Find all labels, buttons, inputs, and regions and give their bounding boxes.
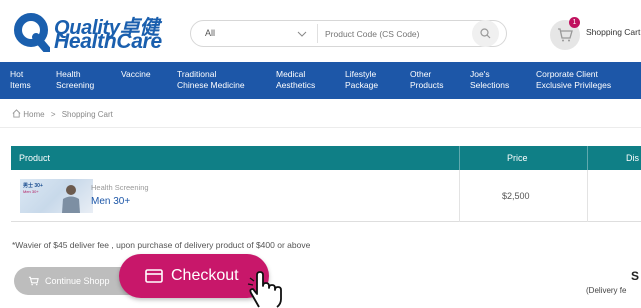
nav-item-line2: Chinese Medicine	[177, 80, 245, 90]
hand-pointer-icon	[247, 271, 282, 308]
nav-item-other-products[interactable]: Other Products	[410, 69, 444, 91]
nav-item-line1: Vaccine	[121, 69, 151, 79]
product-price: $2,500	[502, 191, 530, 201]
site-header: Quality卓健 HealthCare All 1 Shopping Cart	[0, 0, 641, 62]
cart-icon	[28, 276, 39, 286]
delivery-fee-note: *Wavier of $45 deliver fee , upon purcha…	[12, 240, 311, 250]
nav-item-line2: Screening	[56, 80, 95, 90]
breadcrumb: Home > Shopping Cart	[12, 109, 113, 119]
nav-item-traditional-chinese-medicine[interactable]: Traditional Chinese Medicine	[177, 69, 245, 91]
category-select-value: All	[205, 28, 216, 38]
cart-table-header: Product Price Dis	[11, 146, 641, 170]
cart-count-badge: 1	[569, 17, 580, 28]
thumbnail-text: 男士 30+	[23, 183, 43, 189]
nav-item-line2: Aesthetics	[276, 80, 316, 90]
logo-name-line2: HealthCare	[54, 30, 162, 53]
nav-item-line2: Exclusive Privileges	[536, 80, 612, 90]
nav-item-line1: Traditional	[177, 69, 217, 79]
home-icon	[12, 109, 21, 118]
nav-item-vaccine[interactable]: Vaccine	[121, 69, 151, 80]
row-divider	[587, 170, 588, 222]
nav-item-line1: Health	[56, 69, 81, 79]
header-divider	[459, 146, 460, 170]
table-row: 男士 30+ Men 30+ Health Screening Men 30+ …	[11, 170, 641, 222]
header-divider	[587, 146, 588, 170]
nav-item-line1: Lifestyle	[345, 69, 377, 79]
quality-healthcare-logo[interactable]: Quality卓健 HealthCare	[14, 10, 174, 54]
nav-item-joes-selections[interactable]: Joe's Selections	[470, 69, 509, 91]
nav-item-line2: Selections	[470, 80, 510, 90]
nav-item-corporate-client[interactable]: Corporate Client Exclusive Privileges	[536, 69, 611, 91]
search-bar: All	[190, 20, 507, 47]
logo-q-icon	[14, 13, 50, 52]
column-header-product: Product	[19, 153, 51, 163]
search-icon	[480, 28, 491, 39]
continue-shopping-label: Continue Shopp	[45, 276, 110, 286]
product-code-search-input[interactable]	[325, 24, 475, 43]
search-divider	[317, 24, 318, 43]
summary-delivery-fee-fragment: (Delivery fe	[586, 286, 627, 295]
nav-item-line1: Corporate Client	[536, 69, 598, 79]
breadcrumb-home-link[interactable]: Home	[23, 110, 44, 119]
column-header-price: Price	[507, 153, 528, 163]
nav-item-health-screening[interactable]: Health Screening	[56, 69, 94, 91]
category-select[interactable]: All	[191, 21, 317, 46]
search-button[interactable]	[472, 20, 499, 47]
nav-item-lifestyle-package[interactable]: Lifestyle Package	[345, 69, 378, 91]
column-header-discount: Dis	[626, 153, 639, 163]
credit-card-icon	[145, 269, 163, 283]
nav-item-line2: Products	[410, 80, 444, 90]
shopping-cart-link[interactable]: Shopping Cart	[586, 27, 640, 37]
row-divider	[459, 170, 460, 222]
thumbnail-text: Men 30+	[23, 189, 39, 194]
breadcrumb-divider	[0, 127, 641, 128]
nav-item-line1: Joe's	[470, 69, 490, 79]
nav-item-line1: Hot	[10, 69, 24, 79]
nav-item-hot-items[interactable]: Hot Items	[10, 69, 31, 91]
product-thumbnail[interactable]: 男士 30+ Men 30+	[20, 179, 93, 213]
breadcrumb-current: Shopping Cart	[61, 110, 113, 119]
nav-item-line2: Package	[345, 80, 379, 90]
nav-item-line1: Medical	[276, 69, 306, 79]
nav-item-line2: Items	[10, 80, 31, 90]
product-category: Health Screening	[91, 183, 149, 192]
product-name-link[interactable]: Men 30+	[91, 196, 130, 207]
nav-item-line1: Other	[410, 69, 432, 79]
summary-title-fragment: S	[631, 269, 640, 283]
nav-item-medical-aesthetics[interactable]: Medical Aesthetics	[276, 69, 315, 91]
person-photo-icon	[62, 185, 80, 213]
breadcrumb-separator: >	[50, 110, 56, 119]
cart-icon	[558, 28, 573, 42]
main-nav: Hot Items Health Screening Vaccine Tradi…	[0, 62, 641, 99]
chevron-down-icon	[297, 31, 307, 37]
checkout-label: Checkout	[171, 267, 239, 284]
